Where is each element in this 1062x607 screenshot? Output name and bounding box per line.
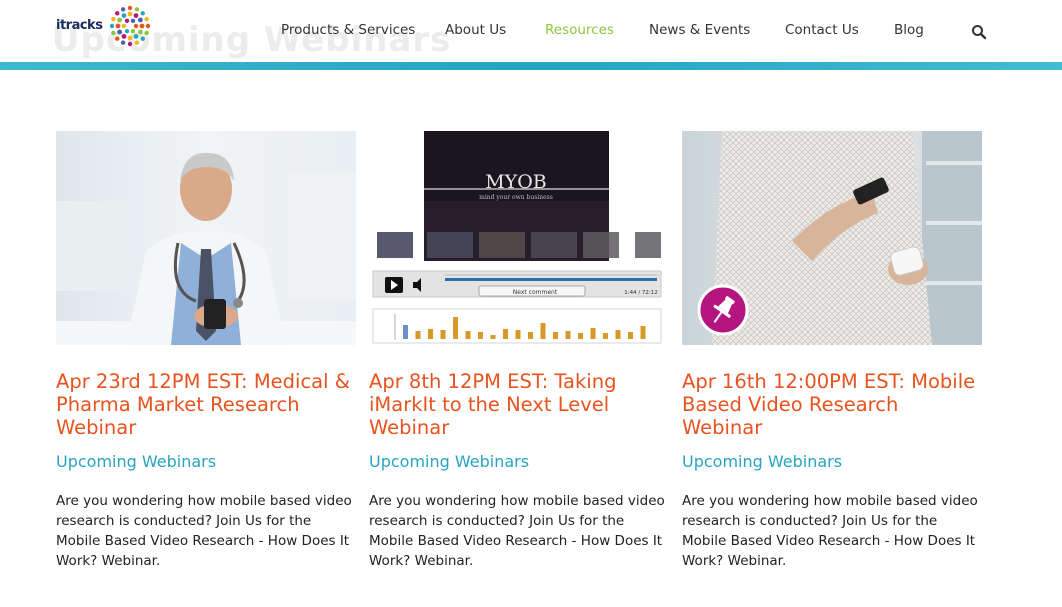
webinar-card: Apr 23rd 12PM EST: Medical & Pharma Mark… <box>56 131 356 571</box>
activity-bar <box>515 330 521 339</box>
activity-bar <box>615 330 621 339</box>
category-link[interactable]: Upcoming Webinars <box>56 452 356 471</box>
webinar-title-link[interactable]: Apr 23rd 12PM EST: Medical & Pharma Mark… <box>56 370 356 439</box>
card-image-doctor[interactable] <box>56 131 356 345</box>
webinar-description: Are you wondering how mobile based video… <box>56 493 352 569</box>
nav-item-news-events[interactable]: News & Events <box>649 22 750 38</box>
activity-bar <box>590 328 596 339</box>
nav-item-about-us[interactable]: About Us <box>445 22 506 38</box>
activity-bar <box>453 317 458 339</box>
webinar-title-link[interactable]: Apr 16th 12:00PM EST: Mobile Based Video… <box>682 370 982 439</box>
activity-bar <box>465 331 471 339</box>
activity-bar <box>628 332 633 339</box>
activity-bar <box>578 333 583 339</box>
activity-bar <box>528 332 533 339</box>
header-band <box>0 62 1062 70</box>
activity-bar <box>403 325 408 339</box>
activity-bar <box>540 323 546 339</box>
webinar-description: Are you wondering how mobile based video… <box>682 493 978 569</box>
webinar-card: MYOB mind your own business Next comment… <box>369 131 669 571</box>
time-readout: 1:44 / 72:12 <box>624 290 658 296</box>
activity-bar <box>565 331 571 339</box>
webinar-title-link[interactable]: Apr 8th 12PM EST: Taking iMarkIt to the … <box>369 370 669 439</box>
nav-item-resources[interactable]: Resources <box>545 22 614 38</box>
card-image-shopper[interactable] <box>682 131 982 345</box>
search-icon[interactable] <box>971 24 987 40</box>
activity-bar <box>428 329 433 339</box>
pin-icon <box>697 284 749 336</box>
category-link[interactable]: Upcoming Webinars <box>682 452 982 471</box>
nav-item-contact-us[interactable]: Contact Us <box>785 22 859 38</box>
webinar-description: Are you wondering how mobile based video… <box>369 493 665 569</box>
video-title: MYOB <box>485 171 547 193</box>
doctor-photo <box>56 131 356 345</box>
nav-item-products-services[interactable]: Products & Services <box>281 22 415 38</box>
activity-bar <box>603 333 608 339</box>
activity-bar <box>415 331 421 339</box>
next-comment-label: Next comment <box>513 289 558 296</box>
activity-bar <box>503 329 508 339</box>
activity-bar <box>440 330 446 339</box>
activity-bar <box>478 332 483 339</box>
activity-bar <box>490 335 496 339</box>
card-image-player[interactable]: MYOB mind your own business Next comment… <box>369 131 669 345</box>
video-subtitle: mind your own business <box>479 194 553 201</box>
site-header: Upcoming Webinars itracks Products & Ser… <box>0 0 1062 62</box>
main-nav: Products & Services About Us Resources N… <box>0 22 1062 42</box>
activity-bar <box>553 332 558 339</box>
activity-bar <box>640 326 646 339</box>
category-link[interactable]: Upcoming Webinars <box>369 452 669 471</box>
webinar-card: Apr 16th 12:00PM EST: Mobile Based Video… <box>682 131 982 571</box>
nav-item-blog[interactable]: Blog <box>894 22 924 38</box>
video-player-illustration: MYOB mind your own business Next comment… <box>369 131 669 345</box>
